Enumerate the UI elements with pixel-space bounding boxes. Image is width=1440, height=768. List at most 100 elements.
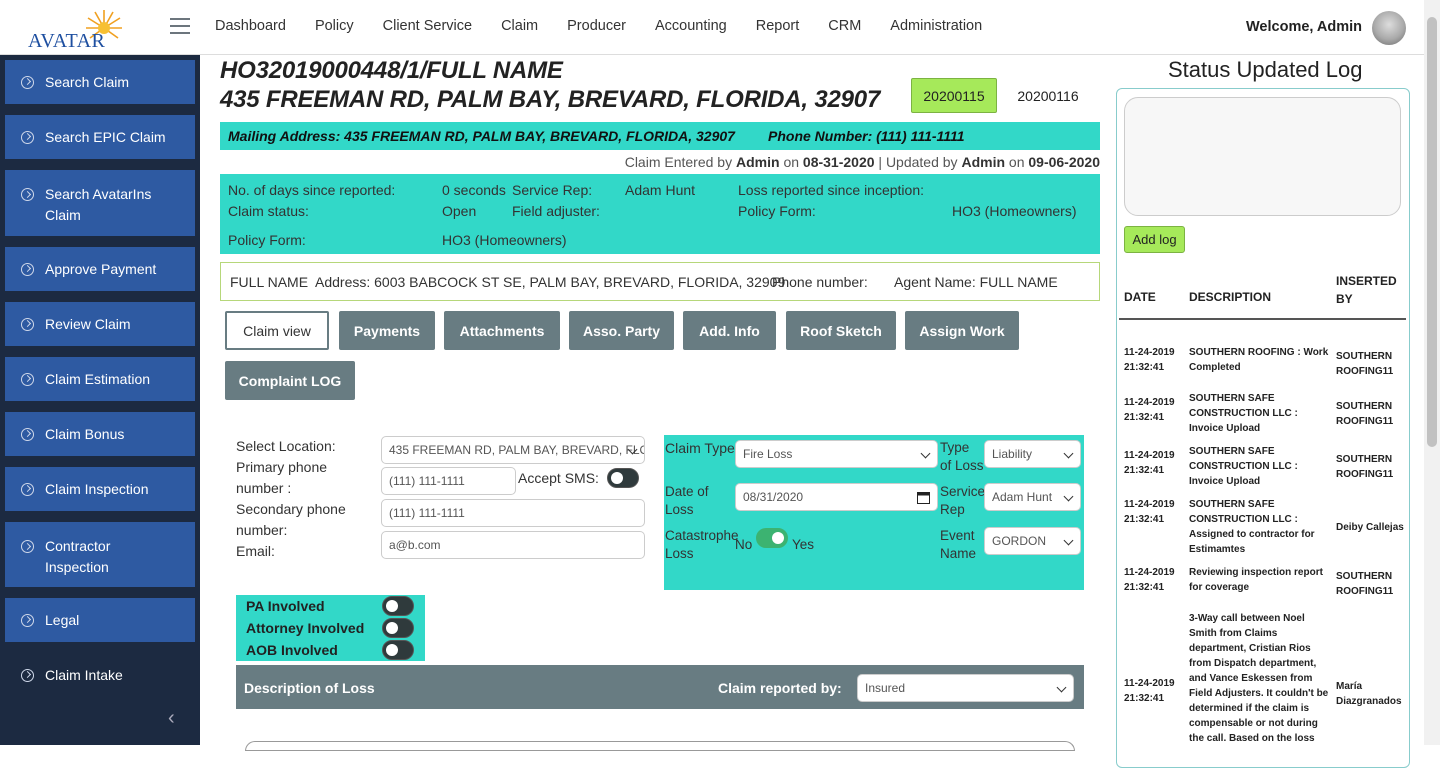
tab-add-info[interactable]: Add. Info — [683, 311, 776, 350]
arrow-circle-icon — [21, 372, 34, 386]
avatar-logo[interactable]: AVATAR — [28, 8, 138, 52]
add-log-button[interactable]: Add log — [1124, 226, 1185, 253]
updated-date: 09-06-2020 — [1028, 154, 1100, 170]
log-header-divider — [1119, 318, 1406, 320]
sidebar-item-label: Search AvatarIns Claim — [45, 186, 152, 223]
arrow-circle-icon — [21, 427, 34, 441]
scrollbar-thumb[interactable] — [1427, 17, 1437, 447]
nav-client-service[interactable]: Client Service — [383, 18, 472, 34]
arrow-circle-icon — [21, 317, 34, 331]
nav-producer[interactable]: Producer — [567, 18, 626, 34]
claim-type-dropdown[interactable]: Fire Loss — [735, 440, 938, 468]
log-date: 11-24-2019 21:32:41 — [1124, 397, 1175, 423]
attorney-involved-label: Attorney Involved — [246, 620, 365, 636]
attorney-involved-toggle[interactable] — [382, 618, 414, 638]
calendar-icon[interactable] — [917, 491, 930, 504]
nav-dashboard[interactable]: Dashboard — [215, 18, 286, 34]
updated-prefix: | Updated by — [878, 154, 958, 170]
sidebar-item-legal[interactable]: Legal — [5, 598, 195, 642]
secondary-phone-input[interactable]: (111) 111-1111 — [381, 499, 645, 527]
date-tab-active[interactable]: 20200115 — [911, 78, 997, 113]
nav-accounting[interactable]: Accounting — [655, 18, 727, 34]
tab-roof-sketch[interactable]: Roof Sketch — [786, 311, 896, 350]
sidebar-item-search-avatarins-claim[interactable]: Search AvatarIns Claim — [5, 170, 195, 236]
type-of-loss-dropdown[interactable]: Liability — [984, 440, 1081, 468]
accept-sms-toggle[interactable] — [607, 468, 639, 488]
pa-involved-label: PA Involved — [246, 598, 325, 614]
nav-administration[interactable]: Administration — [890, 18, 982, 34]
select-location-dropdown[interactable]: 435 FREEMAN RD, PALM BAY, BREVARD, FLO — [381, 436, 645, 464]
tab-asso-party[interactable]: Asso. Party — [569, 311, 674, 350]
sidebar-item-label: Claim Bonus — [45, 426, 125, 442]
aob-involved-toggle[interactable] — [382, 640, 414, 660]
sidebar-item-claim-inspection[interactable]: Claim Inspection — [5, 467, 195, 511]
tab-claim-view[interactable]: Claim view — [225, 311, 329, 350]
sidebar-item-approve-payment[interactable]: Approve Payment — [5, 247, 195, 291]
log-col-description: DESCRIPTION — [1189, 290, 1272, 304]
log-date: 11-24-2019 21:32:41 — [1124, 678, 1175, 704]
primary-phone-input[interactable]: (111) 111-1111 — [381, 467, 516, 495]
service-rep-dropdown[interactable]: Adam Hunt — [984, 483, 1081, 511]
tab-payments[interactable]: Payments — [339, 311, 435, 350]
service-rep-label: Service Rep: — [512, 182, 593, 198]
log-textarea[interactable] — [1124, 97, 1401, 216]
sidebar-item-label: Claim Inspection — [45, 481, 149, 497]
phone-number: Phone Number: (111) 111-1111 — [768, 128, 965, 144]
log-description: 3-Way call between Noel Smith from Claim… — [1189, 613, 1329, 744]
nav-claim[interactable]: Claim — [501, 18, 538, 34]
service-rep-value: Adam Hunt — [625, 182, 696, 198]
email-label: Email: — [236, 543, 275, 559]
tab-assign-work[interactable]: Assign Work — [905, 311, 1019, 350]
mailing-address: Mailing Address: 435 FREEMAN RD, PALM BA… — [228, 128, 735, 144]
sidebar-item-search-claim[interactable]: Search Claim — [5, 60, 195, 104]
claim-reported-by-dropdown[interactable]: Insured — [857, 674, 1074, 702]
sidebar-item-review-claim[interactable]: Review Claim — [5, 302, 195, 346]
log-row: 11-24-2019 21:32:41 3-Way call between N… — [1124, 611, 1406, 745]
page-scrollbar[interactable] — [1424, 0, 1440, 745]
sidebar-item-claim-intake[interactable]: Claim Intake — [5, 653, 195, 697]
nav-crm[interactable]: CRM — [828, 18, 861, 34]
arrow-circle-icon — [21, 130, 34, 144]
tab-complaint-log[interactable]: Complaint LOG — [225, 361, 355, 400]
log-description: SOUTHERN SAFE CONSTRUCTION LLC : Invoice… — [1189, 393, 1298, 434]
email-input[interactable]: a@b.com — [381, 531, 645, 559]
type-of-loss-label-line: Type — [940, 440, 970, 455]
sidebar-item-claim-bonus[interactable]: Claim Bonus — [5, 412, 195, 456]
sidebar-item-claim-estimation[interactable]: Claim Estimation — [5, 357, 195, 401]
description-of-loss-title: Description of Loss — [244, 680, 375, 696]
nav-report[interactable]: Report — [756, 18, 800, 34]
description-textarea[interactable] — [245, 741, 1075, 751]
avatar[interactable] — [1372, 11, 1406, 45]
date-tab[interactable]: 20200116 — [1005, 78, 1091, 113]
party-address: Address: 6003 BABCOCK ST SE, PALM BAY, B… — [315, 274, 786, 290]
date-of-loss-input[interactable]: 08/31/2020 — [735, 483, 938, 511]
arrow-circle-icon — [21, 540, 34, 553]
tab-attachments[interactable]: Attachments — [444, 311, 560, 350]
sidebar-item-label: Claim Estimation — [45, 371, 151, 387]
logo-text: AVATAR — [28, 30, 106, 52]
log-inserted-by: SOUTHERN ROOFING11 — [1336, 454, 1394, 480]
log-row: 11-24-2019 21:32:41 SOUTHERN SAFE CONSTR… — [1124, 497, 1406, 557]
type-of-loss-label: Type of Loss — [940, 439, 984, 475]
event-name-dropdown[interactable]: GORDON — [984, 527, 1081, 555]
pa-involved-toggle[interactable] — [382, 596, 414, 616]
entered-by: Admin — [735, 154, 780, 170]
arrow-circle-icon — [21, 668, 34, 682]
catastrophe-label-line: Loss — [665, 546, 694, 561]
status-log-title: Status Updated Log — [1168, 57, 1363, 82]
service-rep-label-line: Service — [940, 484, 986, 499]
agent-name: Agent Name: FULL NAME — [894, 274, 1058, 290]
log-inserted-by: María Diazgranados — [1336, 681, 1402, 707]
on-label: on — [1008, 154, 1025, 170]
sidebar-item-label: Review Claim — [45, 316, 131, 332]
sidebar-item-label: Approve Payment — [45, 261, 157, 277]
hamburger-menu-icon[interactable] — [170, 18, 190, 34]
days-value: 0 seconds — [442, 182, 506, 198]
sidebar-item-contractor-inspection[interactable]: Contractor Inspection — [5, 522, 195, 587]
nav-policy[interactable]: Policy — [315, 18, 354, 34]
claim-reported-by-label: Claim reported by: — [718, 680, 842, 696]
catastrophe-toggle[interactable] — [756, 528, 788, 548]
sidebar-item-search-epic-claim[interactable]: Search EPIC Claim — [5, 115, 195, 159]
collapse-sidebar-icon[interactable]: ‹ — [168, 707, 175, 730]
entered-prefix: Claim Entered by — [624, 154, 733, 170]
